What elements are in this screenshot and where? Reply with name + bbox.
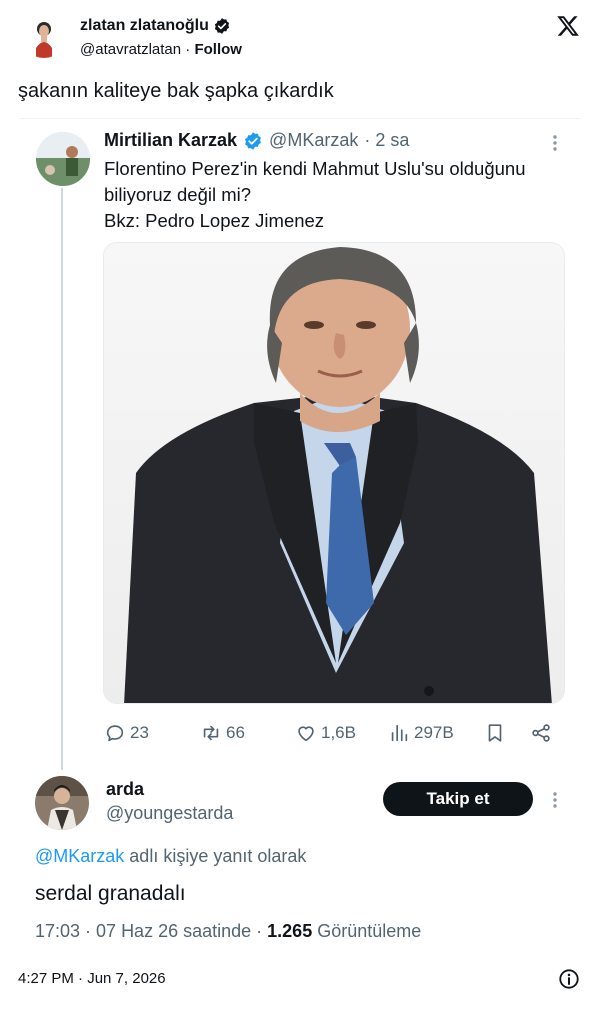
retweet-icon xyxy=(203,725,219,741)
heart-icon xyxy=(298,726,314,742)
author-name[interactable]: zlatan zlatanoğlu xyxy=(80,17,209,35)
embed-timestamp[interactable]: 4:27 PM · Jun 7, 2026 xyxy=(18,970,166,987)
reply-author-avatar[interactable] xyxy=(35,776,89,830)
quoted-author-name[interactable]: Mirtilian Karzak xyxy=(104,130,237,151)
tweet-photo[interactable] xyxy=(103,242,565,704)
quoted-author-handle[interactable]: @MKarzak xyxy=(269,130,358,151)
share-button[interactable] xyxy=(530,718,552,748)
thread-line xyxy=(61,188,63,770)
x-logo-icon[interactable] xyxy=(556,14,580,38)
reply-tweet-meta: 17:03 · 07 Haz 26 saatinde · 1.265 Görün… xyxy=(35,921,421,942)
retweet-button[interactable]: 66 xyxy=(200,718,245,748)
reply-tweet-text: serdal granadalı xyxy=(35,882,186,905)
more-options-icon[interactable] xyxy=(548,790,562,810)
reply-author-handle[interactable]: @youngestarda xyxy=(106,803,233,824)
view-count: 297B xyxy=(414,723,454,742)
quoted-tweet-header: Mirtilian Karzak @MKarzak · 2 sa xyxy=(104,130,409,151)
like-button[interactable]: 1,6B xyxy=(295,718,356,748)
embed-tweet-text: şakanın kaliteye bak şapka çıkardık xyxy=(18,80,334,102)
embed-header: zlatan zlatanoğlu @atavratzlatan · Follo… xyxy=(0,0,600,72)
reply-count: 23 xyxy=(130,723,149,742)
verified-icon xyxy=(214,18,230,34)
reply-author-name[interactable]: arda xyxy=(106,779,144,800)
views-button[interactable]: 297B xyxy=(388,718,454,748)
author-handle[interactable]: @atavratzlatan xyxy=(80,41,181,58)
reply-to-label: adlı kişiye yanıt olarak xyxy=(124,846,307,866)
reply-timestamp[interactable]: 17:03 · 07 Haz 26 saatinde · xyxy=(35,921,267,941)
info-icon[interactable] xyxy=(558,968,580,990)
quoted-text-line: Bkz: Pedro Lopez Jimenez xyxy=(104,210,325,231)
more-options-icon[interactable] xyxy=(548,133,562,153)
verified-icon xyxy=(245,131,261,150)
views-chart-icon xyxy=(391,724,408,742)
reply-icon xyxy=(106,725,124,742)
quoted-text-line: Florentino Perez'in kendi Mahmut Uslu'su… xyxy=(104,158,526,179)
author-name-row[interactable]: zlatan zlatanoğlu xyxy=(80,17,231,35)
reply-mention-link[interactable]: @MKarzak xyxy=(35,846,124,866)
retweet-count: 66 xyxy=(226,723,245,742)
follow-button[interactable]: Takip et xyxy=(383,782,533,816)
tweet-action-bar: 23 66 1,6B 297B xyxy=(104,718,564,748)
share-icon xyxy=(532,724,550,742)
bookmark-icon xyxy=(488,724,502,742)
reply-views-label: Görüntüleme xyxy=(312,921,422,941)
quoted-text-line: biliyoruz değil mi? xyxy=(104,184,252,205)
separator: · xyxy=(185,41,191,58)
like-count: 1,6B xyxy=(321,723,356,742)
author-avatar[interactable] xyxy=(22,14,66,58)
author-handle-row: @atavratzlatan · Follow xyxy=(80,41,242,58)
replying-to: @MKarzak adlı kişiye yanıt olarak xyxy=(35,846,306,867)
reply-button[interactable]: 23 xyxy=(104,718,149,748)
quoted-tweet-text: Florentino Perez'in kendi Mahmut Uslu'su… xyxy=(104,156,564,234)
follow-link[interactable]: Follow xyxy=(194,41,242,58)
quoted-author-avatar[interactable] xyxy=(36,132,90,186)
quoted-tweet-time: · 2 sa xyxy=(364,130,410,150)
bookmark-button[interactable] xyxy=(484,718,506,748)
reply-view-count: 1.265 xyxy=(267,921,313,941)
